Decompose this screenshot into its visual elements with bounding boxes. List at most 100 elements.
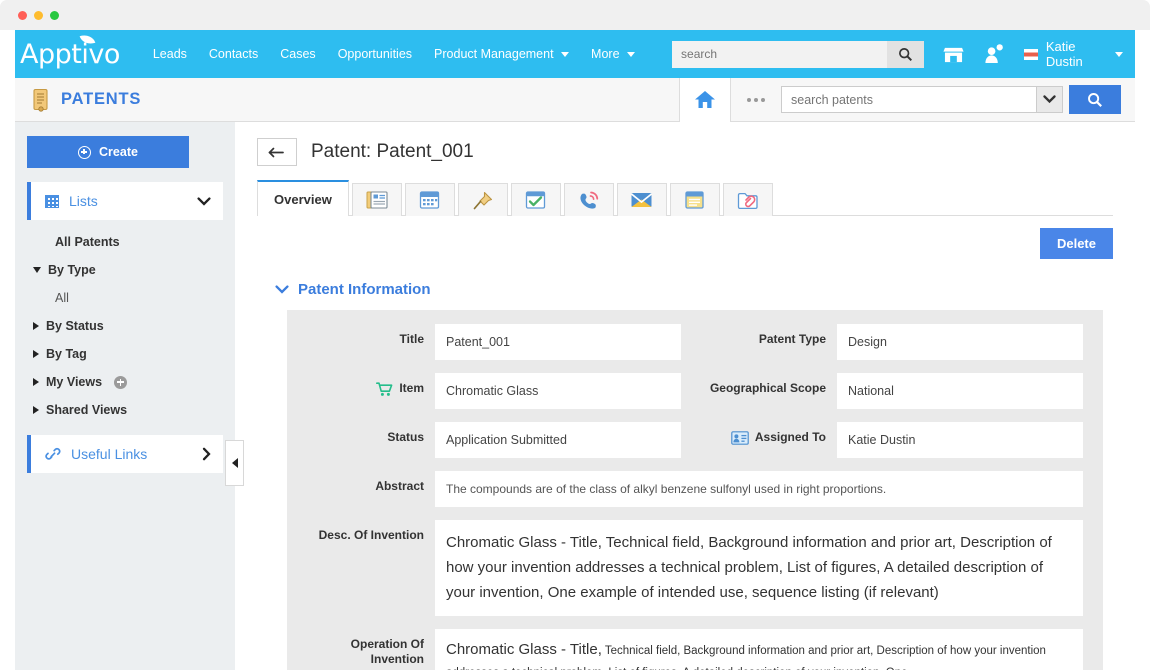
patent-type-value[interactable]: Design	[837, 324, 1083, 360]
chevron-down-icon	[1043, 95, 1056, 104]
field-label-text: Status	[387, 430, 424, 445]
create-button-label: Create	[99, 145, 138, 159]
geographical-scope-value[interactable]: National	[837, 373, 1083, 409]
title-value[interactable]: Patent_001	[435, 324, 681, 360]
field-status: Status Application Submitted	[307, 422, 681, 458]
main-content: Patent: Patent_001 Overview	[235, 122, 1135, 670]
search-icon	[898, 47, 913, 62]
operation-of-invention-value[interactable]: Chromatic Glass - Title, Technical field…	[435, 629, 1083, 670]
window-minimize-button[interactable]	[34, 11, 43, 20]
global-search-button[interactable]	[887, 41, 924, 68]
tab-attachments[interactable]	[723, 183, 773, 216]
assigned-to-value[interactable]: Katie Dustin	[837, 422, 1083, 458]
user-name-label: Katie Dustin	[1046, 39, 1103, 69]
app-title-group: PATENTS	[15, 88, 141, 112]
sidebar-item-by-type[interactable]: By Type	[31, 256, 223, 284]
tree-item-label: Shared Views	[46, 403, 127, 417]
sidebar-item-lists[interactable]: Lists	[27, 182, 223, 220]
more-options-button[interactable]	[731, 98, 781, 102]
status-value[interactable]: Application Submitted	[435, 422, 681, 458]
nav-item-opportunities[interactable]: Opportunities	[327, 41, 423, 67]
nav-label: Product Management	[434, 47, 554, 61]
tab-activity-feed[interactable]	[352, 183, 402, 216]
page-title: Patent: Patent_001	[311, 141, 474, 163]
sidebar-item-useful-links[interactable]: Useful Links	[27, 435, 223, 473]
sidebar-item-my-views[interactable]: My Views	[31, 368, 223, 396]
apptivo-logo[interactable]: Apptivo	[20, 39, 120, 70]
global-search-input[interactable]	[672, 41, 887, 68]
traffic-lights	[18, 11, 59, 20]
item-value[interactable]: Chromatic Glass	[435, 373, 681, 409]
nav-item-leads[interactable]: Leads	[142, 41, 198, 67]
create-button[interactable]: Create	[27, 136, 189, 168]
store-button[interactable]	[943, 45, 964, 64]
nav-item-cases[interactable]: Cases	[269, 41, 326, 67]
patents-search-input[interactable]	[781, 86, 1036, 113]
user-add-icon	[983, 44, 1004, 64]
page-shell: Apptivo Leads Contacts Cases Opportuniti…	[15, 30, 1135, 670]
patents-search-dropdown[interactable]	[1036, 86, 1063, 113]
window-close-button[interactable]	[18, 11, 27, 20]
three-dots-icon	[754, 98, 758, 102]
nav-item-more[interactable]: More	[580, 41, 646, 67]
sidebar-collapse-handle[interactable]	[225, 440, 244, 486]
add-user-button[interactable]	[983, 44, 1004, 64]
field-assigned-to: Assigned To Katie Dustin	[709, 422, 1083, 458]
add-view-icon[interactable]	[114, 376, 127, 389]
tree-item-label: My Views	[46, 375, 102, 389]
window-maximize-button[interactable]	[50, 11, 59, 20]
tab-emails[interactable]	[617, 183, 667, 216]
delete-button[interactable]: Delete	[1040, 228, 1113, 259]
id-card-icon	[731, 431, 749, 445]
tab-notes[interactable]	[670, 183, 720, 216]
field-label-text: Assigned To	[755, 430, 826, 445]
sidebar-item-all[interactable]: All	[31, 284, 223, 312]
tab-calendar[interactable]	[405, 183, 455, 216]
back-button[interactable]	[257, 138, 297, 166]
tab-label: Overview	[274, 192, 332, 207]
link-icon	[45, 447, 61, 461]
field-label: Geographical Scope	[709, 373, 837, 396]
record-actions: Delete	[257, 216, 1113, 273]
app-title: PATENTS	[61, 90, 141, 109]
tab-overview[interactable]: Overview	[257, 180, 349, 216]
tab-pin[interactable]	[458, 183, 508, 216]
search-icon	[1087, 92, 1103, 108]
tab-calls[interactable]	[564, 183, 614, 216]
abstract-value[interactable]: The compounds are of the class of alkyl …	[435, 471, 1083, 507]
field-label-text: Item	[399, 381, 424, 396]
app-header-bar: PATENTS	[15, 78, 1135, 122]
desc-of-invention-value[interactable]: Chromatic Glass - Title, Technical field…	[435, 520, 1083, 616]
field-label-text: Title	[400, 332, 424, 347]
tree-item-label: All Patents	[55, 235, 120, 249]
sidebar-item-by-tag[interactable]: By Tag	[31, 340, 223, 368]
form-row: Operation Of Invention Chromatic Glass -…	[307, 629, 1083, 670]
back-arrow-icon	[268, 146, 286, 159]
sidebar-item-by-status[interactable]: By Status	[31, 312, 223, 340]
field-label: Item	[307, 373, 435, 397]
sidebar-item-shared-views[interactable]: Shared Views	[31, 396, 223, 424]
nav-item-contacts[interactable]: Contacts	[198, 41, 269, 67]
three-dots-icon	[761, 98, 765, 102]
sidebar-item-label: Useful Links	[71, 446, 202, 462]
sidebar-item-all-patents[interactable]: All Patents	[31, 228, 223, 256]
chevron-down-icon	[33, 267, 41, 273]
chevron-right-icon	[33, 350, 39, 358]
field-desc-of-invention: Desc. Of Invention Chromatic Glass - Tit…	[307, 520, 1083, 616]
tree-item-label: By Status	[46, 319, 104, 333]
nav-item-product-management[interactable]: Product Management	[423, 41, 580, 67]
home-button[interactable]	[679, 78, 731, 122]
chevron-right-icon	[33, 322, 39, 330]
chevron-down-icon	[627, 52, 635, 57]
patents-search-button[interactable]	[1069, 85, 1121, 114]
field-label: Status	[307, 422, 435, 445]
scroll-document-icon	[31, 88, 51, 112]
sidebar: Create Lists All Patents By Type All	[15, 122, 235, 670]
section-header-patent-information[interactable]: Patent Information	[257, 273, 1113, 310]
tab-task[interactable]	[511, 183, 561, 216]
user-menu[interactable]: Katie Dustin	[1024, 39, 1123, 69]
field-abstract: Abstract The compounds are of the class …	[307, 471, 1083, 507]
plus-circle-icon	[78, 146, 91, 159]
app-header-actions	[679, 78, 1135, 121]
chevron-right-icon	[33, 406, 39, 414]
